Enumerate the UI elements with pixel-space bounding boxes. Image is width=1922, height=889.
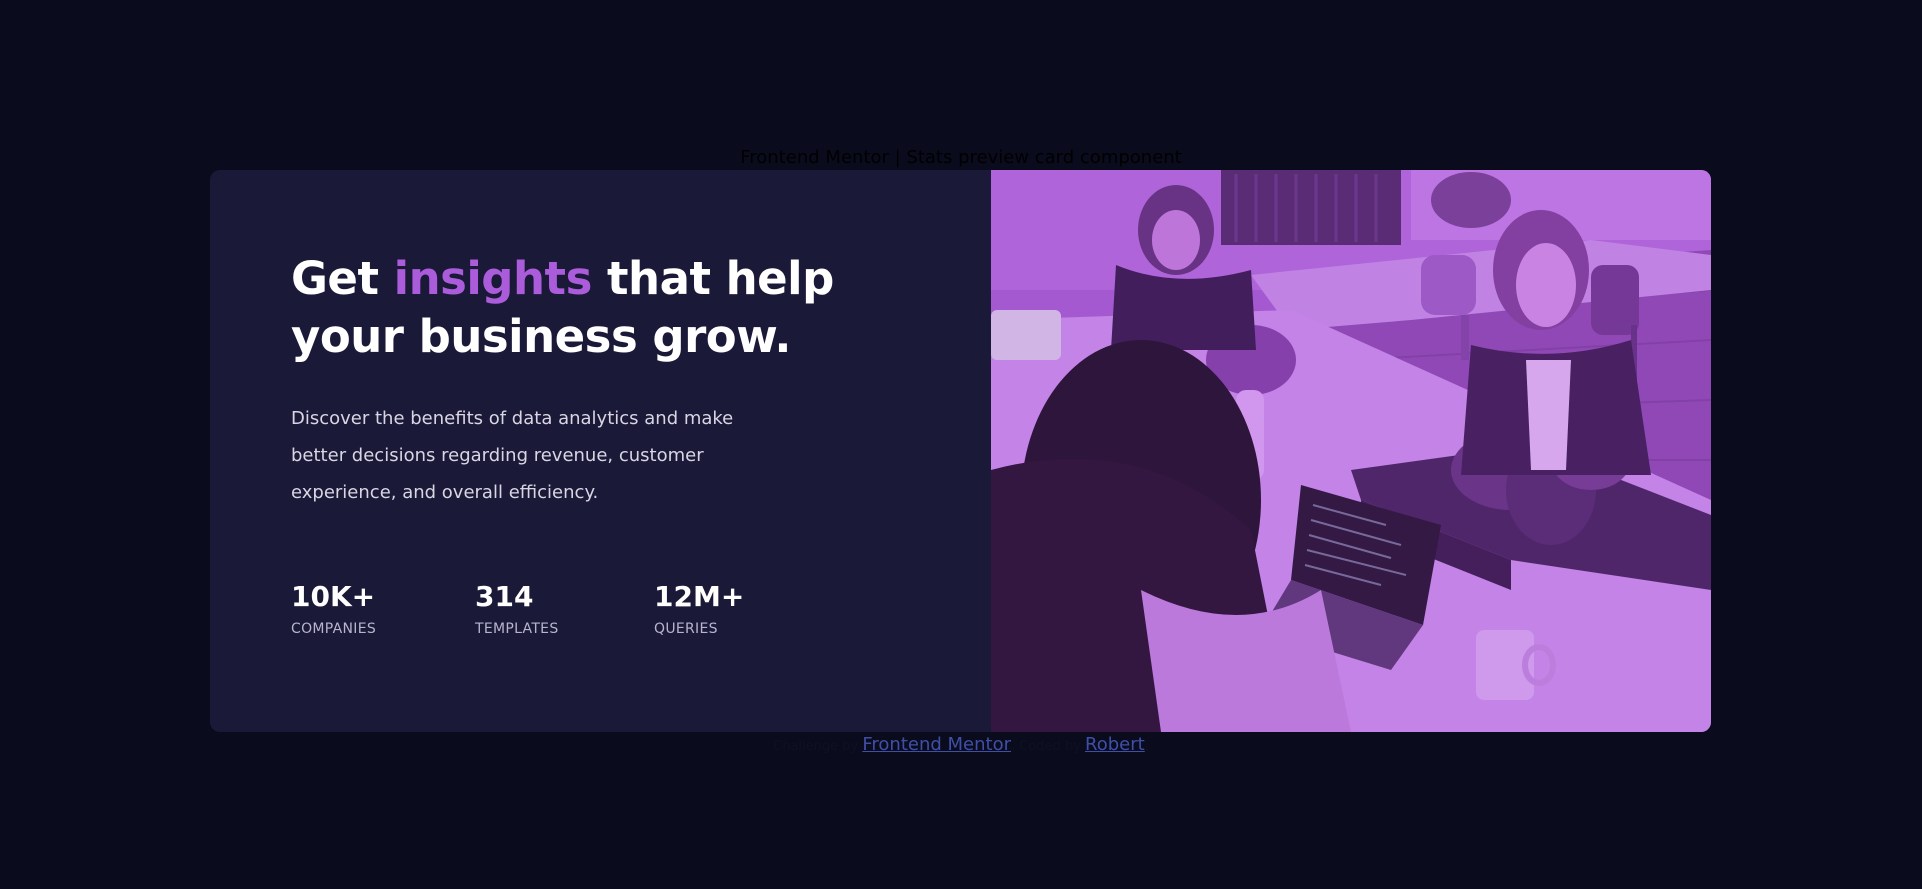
stat-value: 12M+ [654,580,745,613]
page-title: Frontend Mentor | Stats preview card com… [740,147,1182,168]
stat-companies: 10K+ COMPANIES [291,580,376,638]
stat-value: 314 [475,580,534,613]
attribution: Challenge by Frontend Mentor. Coded by R… [773,734,1149,755]
author-link[interactable]: Robert [1085,734,1145,755]
photo-illustration [991,170,1711,732]
stat-queries: 12M+ QUERIES [654,580,744,638]
stats-preview-card: Get insights that help your business gro… [210,170,1711,732]
headline-accent: insights [393,252,593,305]
attribution-prefix: Challenge by [773,739,859,754]
frontend-mentor-link[interactable]: Frontend Mentor [862,734,1011,755]
description: Discover the benefits of data analytics … [291,408,734,503]
stat-label: QUERIES [654,621,718,637]
stat-label: COMPANIES [291,621,377,637]
stats-list: 10K+ COMPANIES 314 TEMPLATES 12M+ QUERIE… [291,580,851,650]
headline-prefix: Get [291,252,394,305]
stat-label: TEMPLATES [475,621,559,637]
stat-templates: 314 TEMPLATES [475,580,559,638]
attribution-middle: Coded by [1019,739,1081,754]
office-team-photo-icon [991,170,1711,732]
headline: Get insights that help your business gro… [291,250,851,366]
stat-value: 10K+ [291,580,376,613]
card-content: Get insights that help your business gro… [291,250,851,511]
